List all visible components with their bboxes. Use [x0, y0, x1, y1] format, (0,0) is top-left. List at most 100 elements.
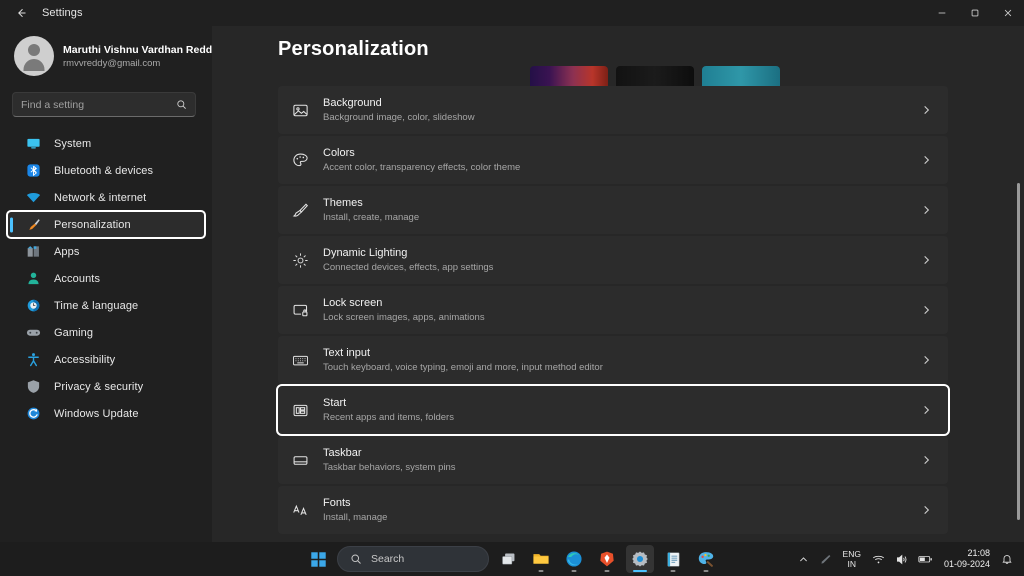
row-subtitle: Install, create, manage — [323, 211, 420, 223]
sidebar-item-apps[interactable]: Apps — [7, 238, 205, 265]
sidebar-item-network-internet[interactable]: Network & internet — [7, 184, 205, 211]
wifi-icon — [25, 189, 42, 206]
network-button[interactable] — [867, 545, 890, 573]
taskbar-notepad[interactable] — [659, 545, 687, 573]
active-indicator — [633, 569, 647, 572]
clock[interactable]: 21:08 01-09-2024 — [938, 548, 996, 570]
sidebar-item-accounts[interactable]: Accounts — [7, 265, 205, 292]
sidebar-item-label: System — [54, 137, 92, 150]
window-title: Settings — [42, 7, 83, 19]
taskbar: Search ENG IN 21:08 01-09-2024 — [0, 542, 1024, 576]
settings-row-start[interactable]: Start Recent apps and items, folders — [276, 384, 950, 436]
arrow-left-icon — [18, 8, 26, 18]
sparkle-icon — [289, 249, 311, 271]
folder-icon — [533, 554, 549, 564]
taskbar-items: Search — [304, 542, 720, 576]
chevron-right-icon — [921, 105, 932, 116]
sidebar-item-accessibility[interactable]: Accessibility — [7, 346, 205, 373]
search-box[interactable] — [12, 92, 196, 117]
settings-row-dynamic-lighting[interactable]: Dynamic Lighting Connected devices, effe… — [278, 236, 948, 284]
settings-row-background[interactable]: Background Background image, color, slid… — [278, 86, 948, 134]
gear-icon — [632, 551, 648, 567]
running-indicator — [571, 569, 577, 572]
edge-icon — [566, 551, 582, 567]
wifi-icon — [872, 555, 884, 563]
chevron-right-icon — [921, 455, 932, 466]
running-indicator — [703, 569, 709, 572]
taskbar-file-explorer[interactable] — [527, 545, 555, 573]
close-button[interactable] — [991, 0, 1024, 26]
row-subtitle: Taskbar behaviors, system pins — [323, 461, 456, 473]
taskbar-paint[interactable] — [692, 545, 720, 573]
chevron-up-icon — [799, 556, 807, 561]
sidebar-item-bluetooth-devices[interactable]: Bluetooth & devices — [7, 157, 205, 184]
title-bar: Settings — [0, 0, 1024, 26]
sidebar-item-privacy-security[interactable]: Privacy & security — [7, 373, 205, 400]
language-line1: ENG — [842, 549, 861, 559]
back-button[interactable] — [6, 2, 36, 24]
running-indicator — [604, 569, 610, 572]
row-title: Start — [323, 396, 347, 409]
taskbar-search-label: Search — [371, 553, 405, 565]
sidebar-item-label: Accessibility — [54, 353, 116, 366]
row-title: Lock screen — [323, 296, 383, 309]
settings-window: Settings Maruthi Vishnu Vardhan Redd... … — [0, 0, 1024, 576]
restore-icon — [971, 9, 978, 17]
account-email: rmvvreddy@gmail.com — [63, 57, 161, 69]
settings-row-fonts[interactable]: Fonts Install, manage — [278, 486, 948, 534]
settings-row-text-input[interactable]: Text input Touch keyboard, voice typing,… — [278, 336, 948, 384]
vertical-scrollbar[interactable] — [1017, 183, 1020, 520]
row-title: Dynamic Lighting — [323, 246, 408, 259]
settings-row-themes[interactable]: Themes Install, create, manage — [278, 186, 948, 234]
sidebar-item-personalization[interactable]: Personalization — [6, 210, 206, 239]
taskbar-task-view[interactable] — [494, 545, 522, 573]
person-icon — [25, 270, 42, 287]
start-button[interactable] — [304, 545, 332, 573]
row-subtitle: Recent apps and items, folders — [323, 411, 454, 423]
taskbar-microsoft-edge[interactable] — [560, 545, 588, 573]
maximize-button[interactable] — [958, 0, 991, 26]
account-section[interactable]: Maruthi Vishnu Vardhan Redd... rmvvreddy… — [0, 26, 212, 76]
sidebar-item-system[interactable]: System — [7, 130, 205, 157]
main-content: Personalization Background Background im… — [212, 26, 1024, 542]
search-input[interactable] — [21, 98, 176, 111]
start-icon — [289, 399, 311, 421]
notifications-button[interactable] — [996, 545, 1018, 573]
row-subtitle: Accent color, transparency effects, colo… — [323, 161, 521, 173]
settings-row-colors[interactable]: Colors Accent color, transparency effect… — [278, 136, 948, 184]
avatar — [14, 36, 54, 76]
sidebar-item-label: Bluetooth & devices — [54, 164, 154, 177]
taskbar-brave-browser[interactable] — [593, 545, 621, 573]
minimize-button[interactable] — [925, 0, 958, 26]
taskbar-settings[interactable] — [626, 545, 654, 573]
sidebar-item-time-language[interactable]: Time & language — [7, 292, 205, 319]
close-icon — [1004, 9, 1011, 17]
battery-button[interactable] — [913, 545, 938, 573]
row-title: Text input — [323, 346, 371, 359]
chevron-right-icon — [921, 405, 932, 416]
sidebar-item-label: Windows Update — [54, 407, 139, 420]
language-line2: IN — [847, 559, 856, 569]
apps-icon — [25, 243, 42, 260]
row-subtitle: Install, manage — [323, 511, 388, 523]
language-indicator[interactable]: ENG IN — [837, 549, 867, 569]
selection-pill — [10, 217, 13, 232]
keyboard-icon — [289, 349, 311, 371]
battery-icon — [918, 556, 932, 563]
settings-row-lock-screen[interactable]: Lock screen Lock screen images, apps, an… — [278, 286, 948, 334]
volume-button[interactable] — [890, 545, 913, 573]
shield-icon — [25, 378, 42, 395]
taskbar-search[interactable]: Search — [337, 546, 489, 572]
sidebar-item-gaming[interactable]: Gaming — [7, 319, 205, 346]
row-title: Colors — [323, 146, 355, 159]
show-hidden-icons-button[interactable] — [793, 545, 814, 573]
row-title: Taskbar — [323, 446, 362, 459]
running-indicator — [670, 569, 676, 572]
pen-menu-button[interactable] — [814, 545, 837, 573]
sidebar-item-label: Accounts — [54, 272, 101, 285]
palette-icon — [289, 149, 311, 171]
minimize-icon — [938, 12, 945, 14]
row-subtitle: Lock screen images, apps, animations — [323, 311, 485, 323]
sidebar-item-windows-update[interactable]: Windows Update — [7, 400, 205, 427]
settings-row-taskbar[interactable]: Taskbar Taskbar behaviors, system pins — [278, 436, 948, 484]
